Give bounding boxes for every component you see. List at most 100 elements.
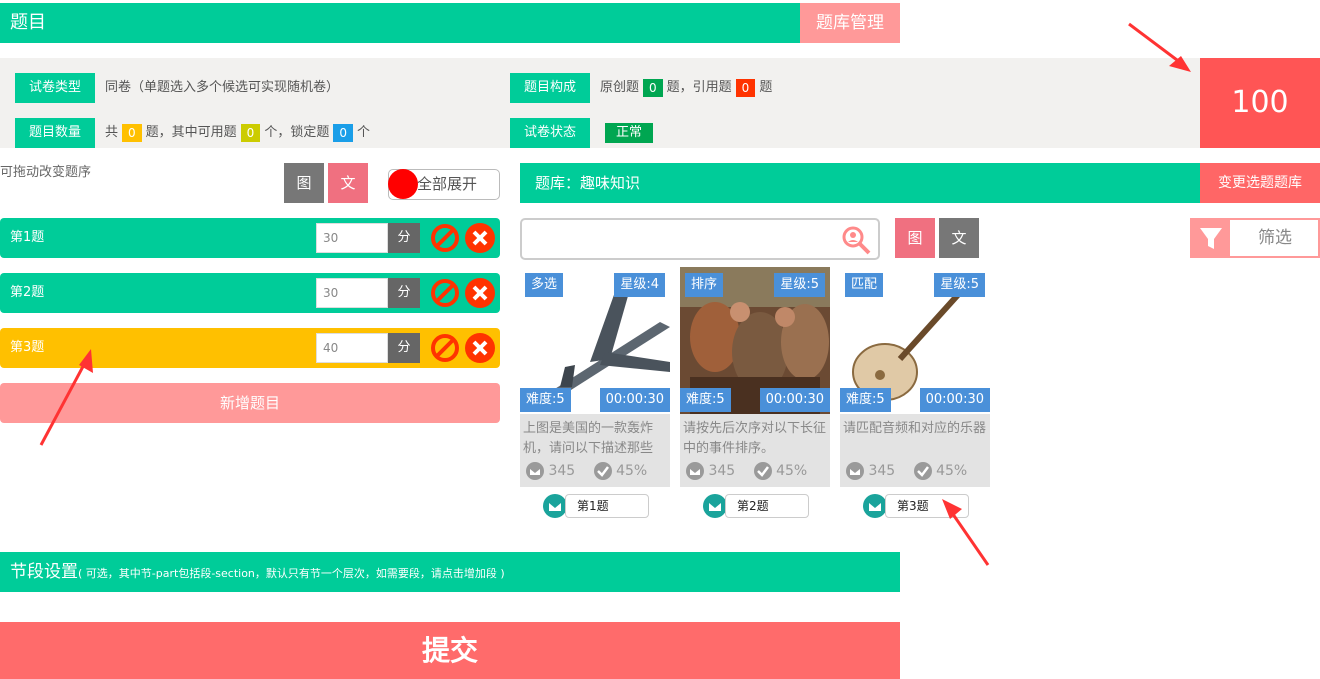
score-input[interactable]: 40	[316, 333, 388, 363]
stars-badge: 星级:5	[934, 273, 985, 297]
count-tag: 题目数量	[15, 118, 95, 148]
expand-all-button[interactable]: 全部展开	[388, 169, 500, 200]
original-count-badge: 0	[643, 78, 663, 97]
card-pick[interactable]: 第1题	[543, 493, 653, 519]
pick-icon	[863, 494, 887, 518]
disable-icon[interactable]	[430, 223, 460, 253]
arrow-pointer-icon	[1128, 22, 1191, 72]
section-title: 节段设置	[10, 562, 78, 582]
status-badge: 正常	[605, 123, 653, 143]
search-icon[interactable]	[840, 224, 872, 256]
text-view-toggle[interactable]: 文	[328, 163, 368, 203]
check-icon	[593, 462, 612, 480]
time-badge: 00:00:30	[599, 388, 670, 412]
card-pick[interactable]: 第2题	[703, 493, 813, 519]
total-score: 100	[1200, 58, 1320, 148]
submit-button[interactable]: 提交	[0, 622, 900, 679]
bank-header: 题库：趣味知识	[520, 163, 1200, 203]
delete-icon[interactable]	[465, 333, 495, 363]
arrow-pointer-icon	[39, 349, 93, 446]
type-badge: 多选	[525, 273, 564, 297]
filter-button[interactable]: 筛选	[1190, 218, 1320, 258]
question-row[interactable]: 第2题 30 分	[0, 273, 500, 313]
question-card[interactable]: 多选 星级:4 难度:5 00:00:30 上图是美国的一款轰炸机，请问以下描述…	[520, 267, 670, 487]
count-prefix: 共	[105, 125, 119, 140]
type-badge: 匹配	[845, 273, 884, 297]
time-badge: 00:00:30	[759, 388, 830, 412]
score-unit: 分	[388, 333, 420, 363]
composition-suffix: 题	[759, 80, 773, 95]
search-box[interactable]	[520, 218, 880, 260]
composition-value: 原创题 0 题，引用题 0 题	[600, 73, 772, 103]
difficulty-badge: 难度:5	[520, 388, 571, 412]
bank-manage-button[interactable]: 题库管理	[800, 3, 900, 43]
image-view-toggle[interactable]: 图	[284, 163, 324, 203]
check-icon	[753, 462, 772, 480]
filter-icon	[1192, 220, 1230, 256]
section-settings-bar[interactable]: 节段设置( 可选，其中节-part包括段-section，默认只有节一个层次，如…	[0, 552, 900, 592]
count-value: 共 0 题，其中可用题 0 个，锁定题 0 个	[105, 118, 370, 148]
disable-icon[interactable]	[430, 278, 460, 308]
score-input[interactable]: 30	[316, 278, 388, 308]
card-stats: 345 45%	[526, 461, 647, 481]
question-label: 第1题	[10, 230, 45, 245]
delete-icon[interactable]	[465, 223, 495, 253]
card-stats: 345 45%	[846, 461, 967, 481]
arrow-pointer-icon	[942, 499, 990, 566]
pick-target[interactable]: 第1题	[565, 494, 649, 518]
bank-image-view-toggle[interactable]: 图	[895, 218, 935, 258]
locked-count-badge: 0	[333, 123, 353, 142]
section-note: ( 可选，其中节-part包括段-section，默认只有节一个层次，如需要段，…	[78, 567, 505, 580]
drag-hint: 可拖动改变题序	[0, 165, 92, 180]
total-count-badge: 0	[122, 123, 142, 142]
views-count: 345	[868, 463, 896, 479]
pick-target[interactable]: 第2题	[725, 494, 809, 518]
views-count: 345	[548, 463, 576, 479]
score-unit: 分	[388, 223, 420, 253]
expand-all-label: 全部展开	[417, 175, 478, 193]
search-input[interactable]	[530, 226, 834, 254]
bank-title: 题库：趣味知识	[535, 174, 641, 192]
stars-badge: 星级:5	[774, 273, 825, 297]
bank-text-view-toggle[interactable]: 文	[939, 218, 979, 258]
correct-rate: 45%	[616, 463, 648, 479]
composition-mid: 题，引用题	[666, 80, 732, 95]
count-suffix: 个	[356, 125, 370, 140]
question-label: 第2题	[10, 285, 45, 300]
change-bank-button[interactable]: 变更选题题库	[1200, 163, 1320, 203]
header-bar: 题目	[0, 3, 800, 43]
time-badge: 00:00:30	[919, 388, 990, 412]
correct-rate: 45%	[776, 463, 808, 479]
paper-type-tag: 试卷类型	[15, 73, 95, 103]
toggle-knob-icon	[388, 169, 418, 199]
delete-icon[interactable]	[465, 278, 495, 308]
available-count-badge: 0	[240, 123, 261, 142]
difficulty-badge: 难度:5	[680, 388, 731, 412]
pick-icon	[703, 494, 727, 518]
card-description: 请匹配音频和对应的乐器	[843, 421, 987, 436]
paper-type-value: 同卷（单题选入多个候选可实现随机卷）	[105, 80, 340, 95]
question-row[interactable]: 第1题 30 分	[0, 218, 500, 258]
quoted-count-badge: 0	[735, 78, 756, 97]
composition-tag: 题目构成	[510, 73, 590, 103]
pick-icon	[543, 494, 567, 518]
count-mid2: 个，锁定题	[264, 125, 330, 140]
page-title: 题目	[10, 12, 46, 33]
correct-rate: 45%	[936, 463, 968, 479]
question-card[interactable]: 匹配 星级:5 难度:5 00:00:30 请匹配音频和对应的乐器 345 45…	[840, 267, 990, 487]
views-icon	[686, 462, 704, 480]
views-icon	[846, 462, 864, 480]
filter-label: 筛选	[1258, 228, 1292, 248]
card-stats: 345 45%	[686, 461, 807, 481]
score-unit: 分	[388, 278, 420, 308]
card-description: 上图是美国的一款轰炸机，请问以下描述那些	[523, 421, 654, 456]
question-card[interactable]: 排序 星级:5 难度:5 00:00:30 请按先后次序对以下长征中的事件排序。…	[680, 267, 830, 487]
composition-prefix: 原创题	[600, 80, 640, 95]
views-count: 345	[708, 463, 736, 479]
disable-icon[interactable]	[430, 333, 460, 363]
count-mid1: 题，其中可用题	[145, 125, 237, 140]
difficulty-badge: 难度:5	[840, 388, 891, 412]
check-icon	[913, 462, 932, 480]
type-badge: 排序	[685, 273, 724, 297]
score-input[interactable]: 30	[316, 223, 388, 253]
